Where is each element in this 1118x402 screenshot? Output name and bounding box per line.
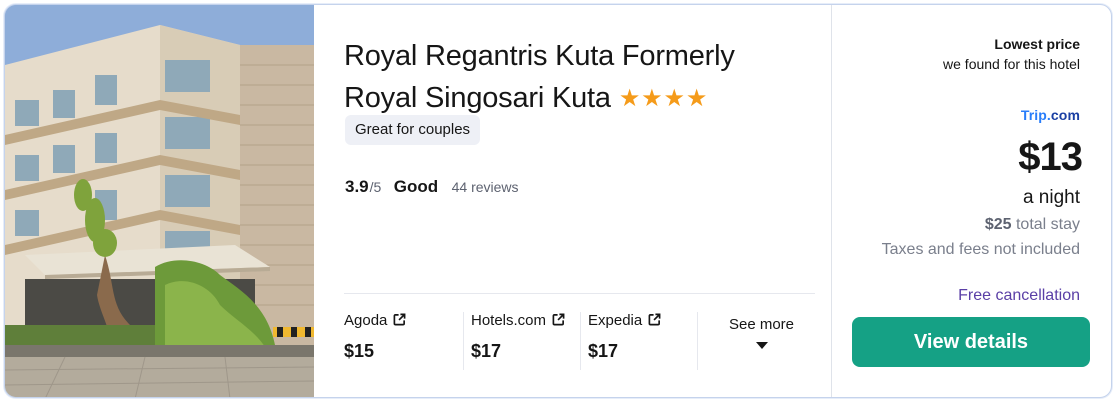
star-icon: ★ bbox=[641, 84, 663, 112]
hotel-result-card[interactable]: Royal Regantris Kuta Formerly Royal Sing… bbox=[4, 4, 1112, 398]
free-cancellation: Free cancellation bbox=[958, 287, 1080, 304]
lowest-price-title: Lowest price bbox=[994, 36, 1080, 52]
provider-name-link[interactable]: Hotels.com bbox=[471, 312, 565, 330]
see-more-label[interactable]: See more bbox=[708, 316, 815, 334]
provider-hotels-com[interactable]: Hotels.com $17 bbox=[471, 312, 565, 370]
total-amount: $25 bbox=[984, 216, 1012, 233]
provider-name[interactable]: Agoda bbox=[344, 312, 387, 329]
hotel-building-image bbox=[5, 5, 314, 397]
see-more-button[interactable]: See more bbox=[708, 312, 815, 370]
provider-divider bbox=[463, 312, 464, 370]
price-unit: a night bbox=[1022, 187, 1080, 208]
hotel-name-heading[interactable]: Royal Regantris Kuta Formerly Royal Sing… bbox=[344, 36, 814, 119]
provider-prices: Agoda $15 Hotels.com $17 Expedia $17 See… bbox=[344, 312, 815, 370]
vendor-name-part: Trip bbox=[1020, 107, 1047, 123]
review-count: 44 reviews bbox=[451, 179, 519, 195]
provider-divider bbox=[697, 312, 698, 370]
provider-price: $15 bbox=[344, 341, 375, 361]
provider-price: $17 bbox=[471, 341, 502, 361]
vendor-domain: com bbox=[1050, 107, 1080, 123]
external-link-icon bbox=[393, 313, 406, 326]
provider-agoda[interactable]: Agoda $15 bbox=[344, 312, 406, 370]
star-icon: ★ bbox=[685, 84, 708, 112]
provider-name-link[interactable]: Agoda bbox=[344, 312, 406, 330]
section-divider bbox=[344, 293, 815, 294]
provider-name[interactable]: Expedia bbox=[588, 312, 642, 329]
external-link-icon bbox=[552, 313, 565, 326]
total-stay: $25 total stay bbox=[985, 216, 1080, 234]
rating-score: 3.9 bbox=[345, 177, 369, 196]
total-label: total stay bbox=[1015, 216, 1080, 233]
review-rating: 3.9/5 Good 44 reviews bbox=[345, 177, 519, 197]
provider-name[interactable]: Hotels.com bbox=[471, 312, 546, 329]
provider-divider bbox=[580, 312, 581, 370]
hotel-info: Royal Regantris Kuta Formerly Royal Sing… bbox=[314, 5, 831, 397]
provider-name-link[interactable]: Expedia bbox=[588, 312, 661, 330]
vendor-logo: Trip.com bbox=[1021, 107, 1080, 123]
provider-expedia[interactable]: Expedia $17 bbox=[588, 312, 661, 370]
nightly-price: $13 bbox=[1018, 135, 1083, 179]
lowest-price-subtitle: we found for this hotel bbox=[943, 56, 1080, 72]
rating-word: Good bbox=[393, 177, 439, 196]
view-details-button[interactable]: View details bbox=[852, 317, 1090, 367]
hotel-photo[interactable] bbox=[5, 5, 314, 397]
price-panel: Lowest price we found for this hotel Tri… bbox=[832, 5, 1111, 397]
provider-price: $17 bbox=[588, 341, 619, 361]
external-link-icon bbox=[648, 313, 661, 326]
rating-max: /5 bbox=[369, 179, 382, 195]
chevron-down-icon[interactable] bbox=[755, 342, 768, 349]
great-for-couples-tag: Great for couples bbox=[345, 115, 481, 145]
star-icon: ★ bbox=[618, 84, 641, 112]
star-rating: ★★★★ bbox=[619, 77, 708, 118]
star-icon: ★ bbox=[663, 84, 685, 112]
taxes-note: Taxes and fees not included bbox=[881, 241, 1080, 258]
